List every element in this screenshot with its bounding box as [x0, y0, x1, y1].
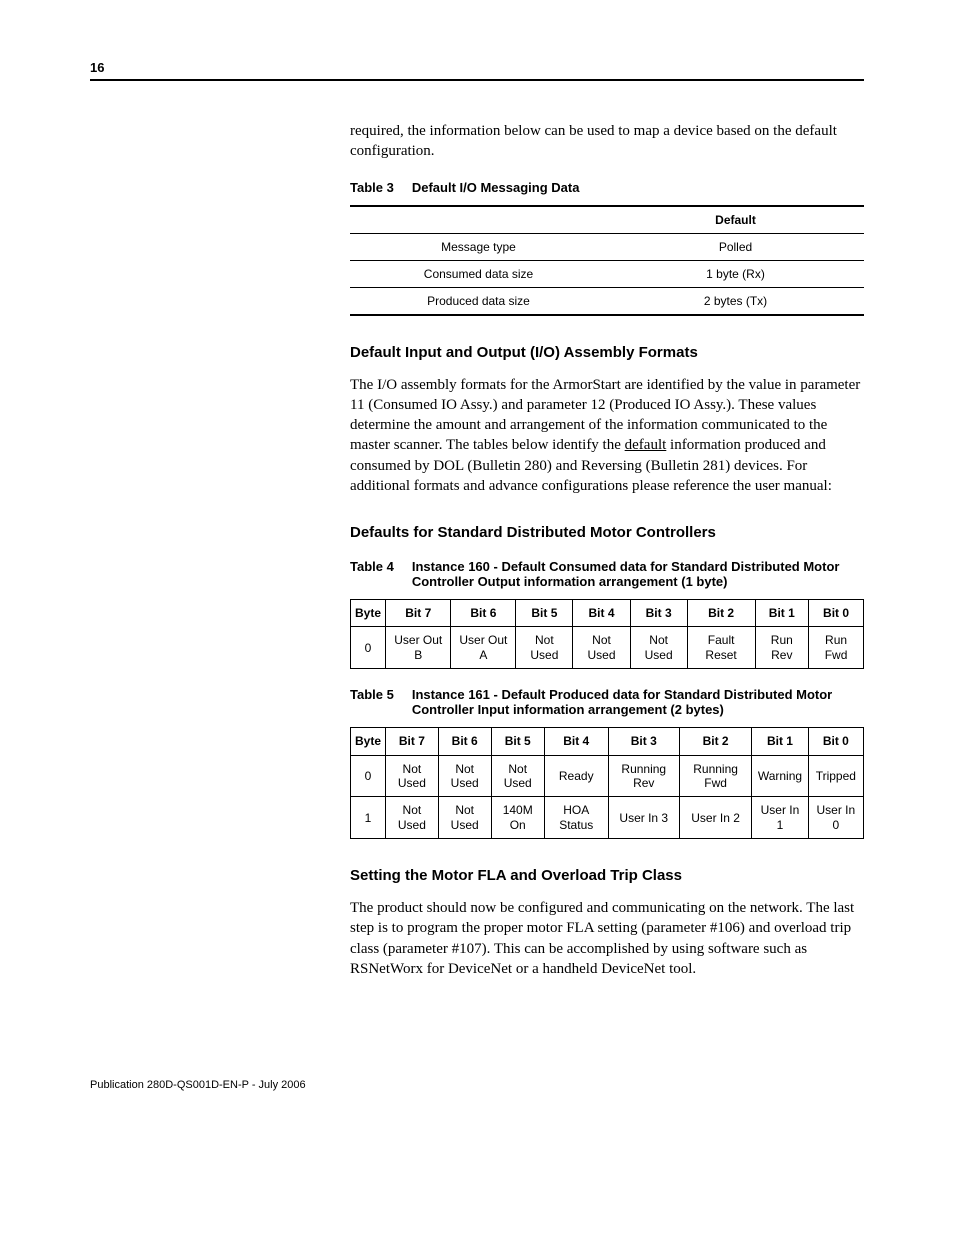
table-row: 0 User Out B User Out A Not Used Not Use…	[351, 627, 864, 669]
t4r0c3: Not Used	[516, 627, 573, 669]
table5-header-row: Byte Bit 7 Bit 6 Bit 5 Bit 4 Bit 3 Bit 2…	[351, 728, 864, 755]
t5h4: Bit 4	[544, 728, 608, 755]
t4h0: Byte	[351, 600, 386, 627]
table5-caption: Table 5 Instance 161 - Default Produced …	[350, 687, 864, 717]
t5r0c8: Tripped	[808, 755, 863, 797]
assembly-paragraph: The I/O assembly formats for the ArmorSt…	[350, 375, 864, 497]
table4-title: Instance 160 - Default Consumed data for…	[412, 559, 864, 589]
t3-v1: 1 byte (Rx)	[607, 260, 864, 287]
t4h4: Bit 4	[573, 600, 630, 627]
t5r1c4: HOA Status	[544, 797, 608, 839]
header-rule	[90, 79, 864, 81]
table3: Default Message type Polled Consumed dat…	[350, 205, 864, 316]
t5r1c5: User In 3	[608, 797, 679, 839]
t4r0c6: Fault Reset	[687, 627, 755, 669]
t5h2: Bit 6	[438, 728, 491, 755]
t3-v2: 2 bytes (Tx)	[607, 287, 864, 315]
t5h1: Bit 7	[386, 728, 439, 755]
t5r0c7: Warning	[752, 755, 808, 797]
assembly-underline: default	[625, 437, 667, 453]
t5r1c2: Not Used	[438, 797, 491, 839]
t4h2: Bit 6	[451, 600, 516, 627]
t3-k0: Message type	[350, 233, 607, 260]
t5h0: Byte	[351, 728, 386, 755]
t5r0c0: 0	[351, 755, 386, 797]
t5h7: Bit 1	[752, 728, 808, 755]
t4h1: Bit 7	[386, 600, 451, 627]
t4r0c2: User Out A	[451, 627, 516, 669]
t5r0c2: Not Used	[438, 755, 491, 797]
t5r1c0: 1	[351, 797, 386, 839]
t4h5: Bit 3	[630, 600, 687, 627]
table-row: Consumed data size 1 byte (Rx)	[350, 260, 864, 287]
t5r0c1: Not Used	[386, 755, 439, 797]
t4r0c0: 0	[351, 627, 386, 669]
t5r0c5: Running Rev	[608, 755, 679, 797]
t4h6: Bit 2	[687, 600, 755, 627]
t5r0c3: Not Used	[491, 755, 544, 797]
fla-paragraph: The product should now be configured and…	[350, 898, 864, 979]
t4h8: Bit 0	[809, 600, 864, 627]
t3-v0: Polled	[607, 233, 864, 260]
t5h6: Bit 2	[679, 728, 751, 755]
t4r0c4: Not Used	[573, 627, 630, 669]
t5r1c7: User In 1	[752, 797, 808, 839]
table3-title: Default I/O Messaging Data	[412, 180, 864, 195]
table4-label: Table 4	[350, 559, 394, 589]
main-content: required, the information below can be u…	[350, 121, 864, 979]
table5-title: Instance 161 - Default Produced data for…	[412, 687, 864, 717]
intro-paragraph: required, the information below can be u…	[350, 121, 864, 162]
table5: Byte Bit 7 Bit 6 Bit 5 Bit 4 Bit 3 Bit 2…	[350, 727, 864, 839]
table3-label: Table 3	[350, 180, 394, 195]
t5h8: Bit 0	[808, 728, 863, 755]
t5r0c4: Ready	[544, 755, 608, 797]
table3-header-default: Default	[607, 206, 864, 234]
t4h3: Bit 5	[516, 600, 573, 627]
t5h3: Bit 5	[491, 728, 544, 755]
table-row: 0 Not Used Not Used Not Used Ready Runni…	[351, 755, 864, 797]
t4r0c7: Run Rev	[755, 627, 809, 669]
table4-caption: Table 4 Instance 160 - Default Consumed …	[350, 559, 864, 589]
page-number: 16	[90, 60, 864, 75]
table-row: Message type Polled	[350, 233, 864, 260]
table-row: Produced data size 2 bytes (Tx)	[350, 287, 864, 315]
t3-k1: Consumed data size	[350, 260, 607, 287]
t4h7: Bit 1	[755, 600, 809, 627]
t4r0c5: Not Used	[630, 627, 687, 669]
t5r1c8: User In 0	[808, 797, 863, 839]
t4r0c8: Run Fwd	[809, 627, 864, 669]
table3-caption: Table 3 Default I/O Messaging Data	[350, 180, 864, 195]
heading-fla: Setting the Motor FLA and Overload Trip …	[350, 867, 864, 884]
t5r1c3: 140M On	[491, 797, 544, 839]
t5h5: Bit 3	[608, 728, 679, 755]
t5r0c6: Running Fwd	[679, 755, 751, 797]
t5r1c6: User In 2	[679, 797, 751, 839]
table4-header-row: Byte Bit 7 Bit 6 Bit 5 Bit 4 Bit 3 Bit 2…	[351, 600, 864, 627]
t4r0c1: User Out B	[386, 627, 451, 669]
publication-footer: Publication 280D-QS001D-EN-P - July 2006	[90, 1079, 864, 1091]
t5r1c1: Not Used	[386, 797, 439, 839]
t3-k2: Produced data size	[350, 287, 607, 315]
table5-label: Table 5	[350, 687, 394, 717]
heading-assembly: Default Input and Output (I/O) Assembly …	[350, 344, 864, 361]
table4: Byte Bit 7 Bit 6 Bit 5 Bit 4 Bit 3 Bit 2…	[350, 599, 864, 669]
heading-defaults: Defaults for Standard Distributed Motor …	[350, 524, 864, 541]
table-row: 1 Not Used Not Used 140M On HOA Status U…	[351, 797, 864, 839]
